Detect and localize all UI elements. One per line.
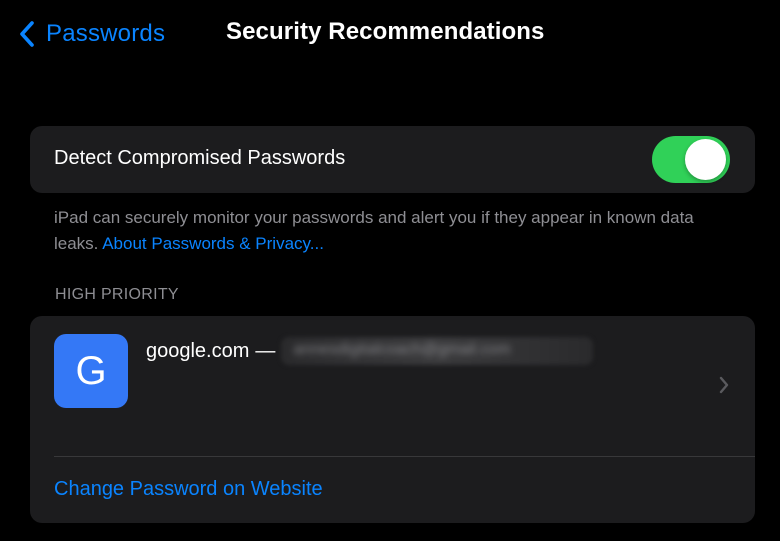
compromised-password-row[interactable]: G google.com — annesdigitalcoach@gmail.c… — [30, 316, 755, 456]
redacted-account-name: annesdigitalcoach@gmail.com — [281, 337, 594, 365]
detect-compromised-label: Detect Compromised Passwords — [54, 147, 346, 169]
toggle-knob — [685, 139, 726, 180]
about-passwords-privacy-link[interactable]: About Passwords & Privacy... — [102, 234, 324, 253]
site-icon: G — [54, 334, 128, 408]
back-button[interactable]: Passwords — [16, 16, 165, 52]
site-domain: google.com — [146, 339, 250, 362]
detect-compromised-row: Detect Compromised Passwords — [30, 126, 755, 193]
chevron-right-icon — [719, 376, 729, 394]
page-title: Security Recommendations — [226, 18, 545, 45]
row-divider — [54, 456, 755, 457]
site-icon-letter: G — [75, 348, 107, 393]
site-separator: — — [255, 339, 276, 362]
change-password-on-website-button[interactable]: Change Password on Website — [54, 478, 323, 501]
detect-footer-note: iPad can securely monitor your passwords… — [54, 205, 714, 257]
site-title: google.com — annesdigitalcoach@gmail.com — [146, 337, 594, 365]
chevron-left-icon — [20, 21, 34, 47]
navigation-bar: Passwords Security Recommendations — [0, 0, 780, 70]
redacted-account-text: annesdigitalcoach@gmail.com — [293, 341, 511, 358]
detect-compromised-toggle[interactable] — [652, 136, 730, 183]
section-header-high-priority: HIGH PRIORITY — [55, 286, 179, 303]
high-priority-card: G google.com — annesdigitalcoach@gmail.c… — [30, 316, 755, 523]
back-button-label: Passwords — [46, 20, 166, 47]
